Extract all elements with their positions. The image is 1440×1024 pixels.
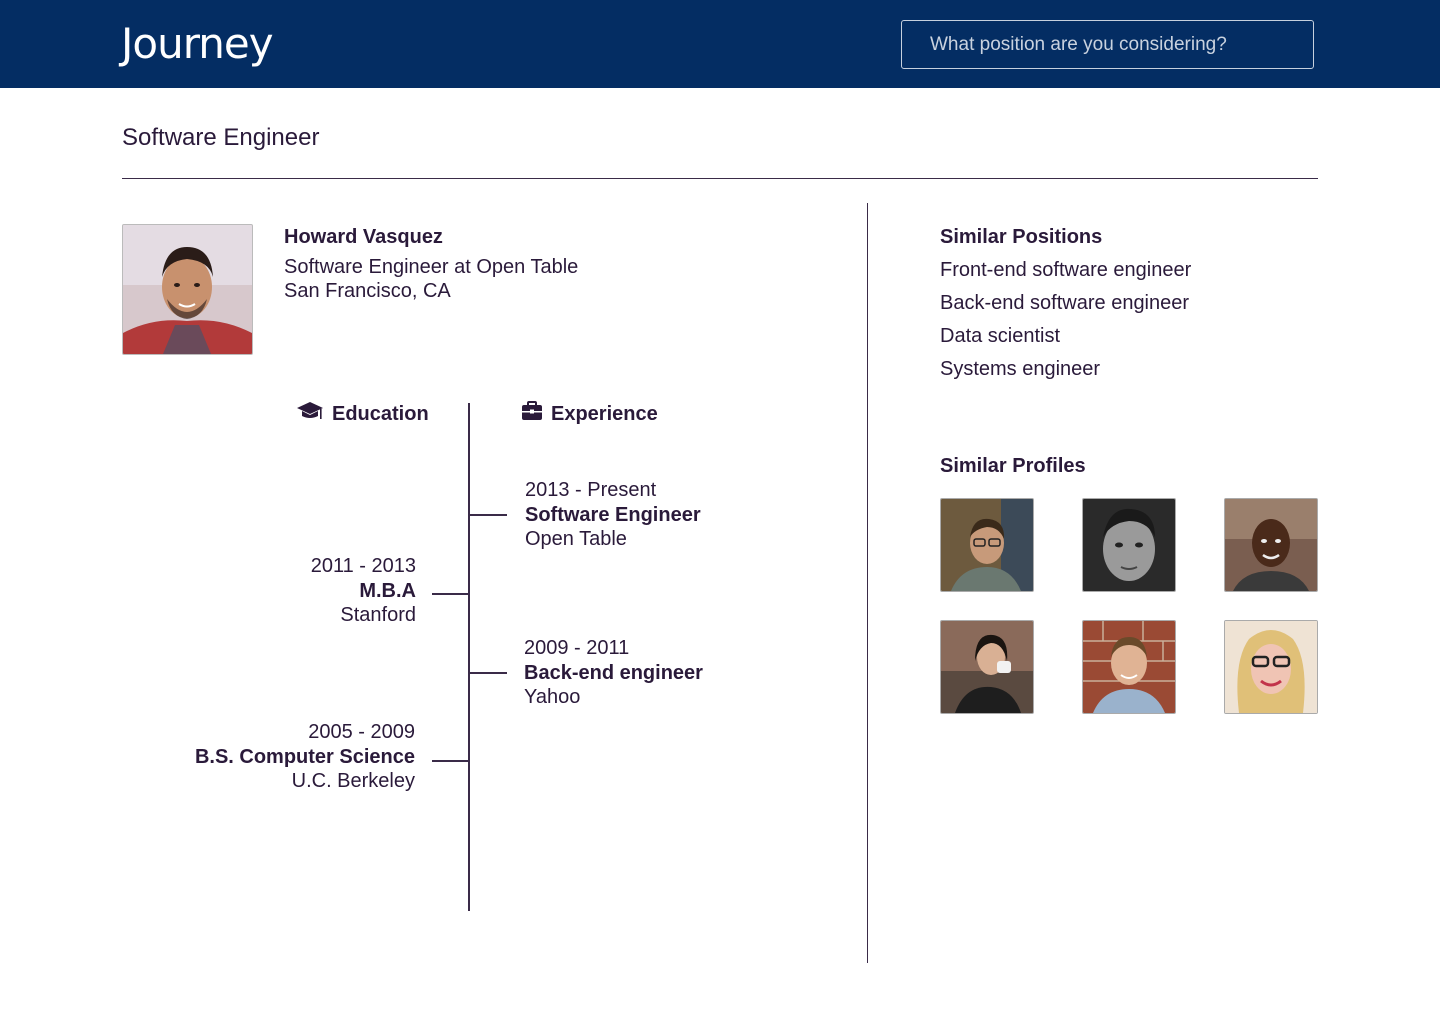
title-divider: [122, 178, 1318, 179]
education-school: U.C. Berkeley: [291, 770, 415, 792]
experience-entry: 2013 - Present Software Engineer Open Ta…: [525, 478, 701, 552]
similar-profile-avatar[interactable]: [940, 498, 1034, 592]
similar-position-link[interactable]: Systems engineer: [940, 358, 1100, 381]
experience-company: Yahoo: [524, 686, 581, 708]
experience-label: Experience: [551, 402, 658, 425]
experience-role: Software Engineer: [525, 503, 701, 526]
education-heading: Education: [296, 401, 429, 427]
experience-years: 2009 - 2011: [524, 637, 630, 659]
graduation-cap-icon: [296, 401, 324, 427]
education-label: Education: [332, 402, 429, 425]
education-degree: M.B.A: [359, 579, 416, 602]
similar-positions-title: Similar Positions: [940, 226, 1103, 248]
top-navigation-bar: Journey: [0, 0, 1440, 88]
similar-position-link[interactable]: Back-end software engineer: [940, 292, 1189, 315]
education-degree: B.S. Computer Science: [194, 745, 415, 768]
profile-avatar: [122, 224, 253, 355]
similar-profile-avatar[interactable]: [1082, 498, 1176, 592]
education-years: 2011 - 2013: [310, 555, 416, 577]
similar-position-link[interactable]: Front-end software engineer: [940, 259, 1191, 282]
timeline-tick: [432, 593, 469, 595]
similar-profile-avatar[interactable]: [940, 620, 1034, 714]
similar-profiles-title: Similar Profiles: [940, 455, 1086, 477]
education-years: 2005 - 2009: [308, 721, 415, 743]
profile-title: Software Engineer at Open Table: [284, 256, 579, 278]
profile-name: Howard Vasquez: [284, 226, 443, 248]
similar-profile-avatar[interactable]: [1082, 620, 1176, 714]
briefcase-icon: [521, 401, 543, 427]
similar-profile-avatar[interactable]: [1224, 498, 1318, 592]
experience-years: 2013 - Present: [525, 479, 657, 501]
experience-entry: 2009 - 2011 Back-end engineer Yahoo: [524, 636, 703, 710]
profile-location: San Francisco, CA: [284, 280, 451, 302]
similar-position-link[interactable]: Data scientist: [940, 325, 1060, 348]
position-search-input[interactable]: [901, 20, 1314, 69]
education-entry: 2005 - 2009 B.S. Computer Science U.C. B…: [195, 720, 415, 794]
education-entry: 2011 - 2013 M.B.A Stanford: [311, 554, 416, 628]
journey-logo[interactable]: Journey: [121, 14, 274, 74]
page-title: Software Engineer: [122, 124, 320, 151]
timeline-tick: [470, 672, 507, 674]
experience-role: Back-end engineer: [524, 661, 703, 684]
timeline-tick: [432, 760, 469, 762]
education-school: Stanford: [340, 604, 416, 626]
experience-heading: Experience: [521, 401, 658, 427]
similar-profile-avatar[interactable]: [1224, 620, 1318, 714]
timeline-spine: [468, 403, 470, 911]
experience-company: Open Table: [525, 528, 627, 550]
column-divider: [867, 203, 868, 963]
timeline-tick: [470, 514, 507, 516]
